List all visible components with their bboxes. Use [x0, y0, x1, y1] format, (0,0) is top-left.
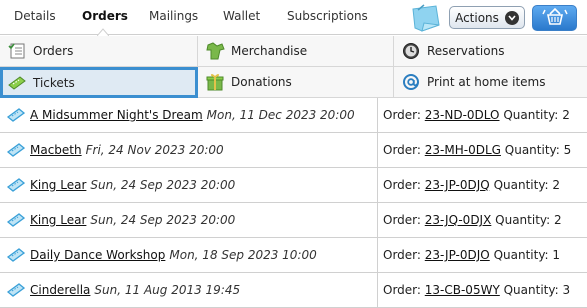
quantity-value: 2: [562, 108, 570, 122]
orders-list-icon: [7, 41, 27, 61]
category-merchandise[interactable]: Merchandise: [198, 36, 394, 67]
order-number-link[interactable]: 23-ND-0DLO: [425, 108, 500, 122]
event-date: Sun, 24 Sep 2023 20:00: [90, 178, 236, 192]
event-title-link[interactable]: A Midsummer Night's Dream: [30, 108, 203, 122]
list-item: Daily Dance Workshop Mon, 18 Sep 2023 10…: [0, 238, 587, 273]
quantity-value: 2: [552, 178, 561, 192]
category-label: Merchandise: [231, 44, 308, 58]
basket-button[interactable]: [532, 5, 577, 31]
order-prefix: Order:: [383, 178, 421, 192]
quantity-prefix: Quantity:: [493, 178, 549, 192]
category-label: Print at home items: [427, 75, 546, 89]
sticky-note-icon[interactable]: [410, 3, 442, 33]
tab-subscriptions[interactable]: Subscriptions: [287, 9, 368, 23]
event-title-link[interactable]: Macbeth: [30, 143, 82, 157]
category-reservations[interactable]: Reservations: [394, 36, 587, 67]
merchandise-icon: [205, 41, 225, 61]
event-title-link[interactable]: King Lear: [30, 213, 86, 227]
ticket-icon: [7, 178, 25, 192]
category-orders[interactable]: Orders: [0, 36, 198, 67]
event-date: Mon, 18 Sep 2023 10:00: [169, 248, 317, 262]
ticket-icon: [7, 108, 25, 122]
tab-wallet[interactable]: Wallet: [223, 9, 260, 23]
ticket-icon: [7, 213, 25, 227]
tab-mailings[interactable]: Mailings: [149, 9, 198, 23]
list-item: Macbeth Fri, 24 Nov 2023 20:00 Order: 23…: [0, 133, 587, 168]
list-item: King Lear Sun, 24 Sep 2023 20:00 Order: …: [0, 203, 587, 238]
tab-details[interactable]: Details: [14, 9, 56, 23]
category-label: Reservations: [427, 44, 505, 58]
quantity-prefix: Quantity:: [503, 108, 559, 122]
quantity-prefix: Quantity:: [495, 213, 551, 227]
quantity-prefix: Quantity:: [504, 143, 560, 157]
quantity-value: 2: [554, 213, 562, 227]
order-prefix: Order:: [383, 213, 421, 227]
order-prefix: Order:: [383, 108, 421, 122]
quantity-value: 3: [562, 283, 571, 297]
category-tickets[interactable]: Tickets: [0, 67, 198, 98]
list-item: A Midsummer Night's Dream Mon, 11 Dec 20…: [0, 98, 587, 133]
actions-button[interactable]: Actions: [449, 6, 525, 29]
clock-icon: [401, 41, 421, 61]
chevron-down-icon: [504, 10, 519, 25]
order-number-link[interactable]: 23-JP-0DJO: [425, 248, 490, 262]
order-prefix: Order:: [383, 248, 421, 262]
event-date: Fri, 24 Nov 2023 20:00: [85, 143, 224, 157]
ticket-icon: [7, 73, 27, 93]
category-print-at-home[interactable]: Print at home items: [394, 67, 587, 98]
order-prefix: Order:: [383, 283, 421, 297]
order-prefix: Order:: [383, 143, 421, 157]
event-date: Sun, 24 Sep 2023 20:00: [90, 213, 236, 227]
tab-orders[interactable]: Orders: [82, 9, 128, 23]
list-item: King Lear Sun, 24 Sep 2023 20:00 Order: …: [0, 168, 587, 203]
ticket-list: A Midsummer Night's Dream Mon, 11 Dec 20…: [0, 98, 587, 308]
order-number-link[interactable]: 23-JP-0DJQ: [425, 178, 490, 192]
basket-icon: [541, 7, 569, 29]
top-tab-bar: Details Orders Mailings Wallet Subscript…: [0, 0, 587, 36]
quantity-value: 5: [563, 143, 572, 157]
order-number-link[interactable]: 23-MH-0DLG: [425, 143, 501, 157]
list-item: Cinderella Sun, 11 Aug 2013 19:45 Order:…: [0, 273, 587, 308]
ticket-icon: [7, 283, 25, 297]
ticket-icon: [7, 143, 25, 157]
category-label: Orders: [33, 44, 74, 58]
at-sign-icon: [401, 72, 421, 92]
order-number-link[interactable]: 13-CB-05WY: [425, 283, 500, 297]
quantity-prefix: Quantity:: [493, 248, 549, 262]
category-donations[interactable]: Donations: [198, 67, 394, 98]
category-label: Tickets: [33, 75, 75, 90]
event-title-link[interactable]: King Lear: [30, 178, 86, 192]
order-number-link[interactable]: 23-JQ-0DJX: [425, 213, 492, 227]
actions-label: Actions: [455, 10, 499, 25]
quantity-prefix: Quantity:: [503, 283, 559, 297]
active-tab-indicator: [97, 28, 109, 36]
event-date: Sun, 11 Aug 2013 19:45: [94, 283, 241, 297]
ticket-icon: [7, 248, 25, 262]
event-date: Mon, 11 Dec 2023 20:00: [206, 108, 355, 122]
quantity-value: 1: [552, 248, 561, 262]
category-grid: Orders Merchandise Reservations Tickets: [0, 36, 587, 98]
category-label: Donations: [231, 75, 292, 89]
gift-icon: [205, 72, 225, 92]
event-title-link[interactable]: Daily Dance Workshop: [30, 248, 165, 262]
event-title-link[interactable]: Cinderella: [30, 283, 90, 297]
